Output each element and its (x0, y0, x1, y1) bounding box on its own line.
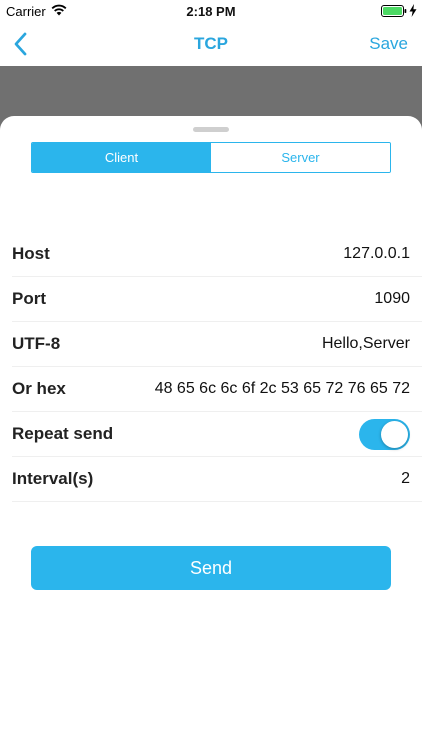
save-button[interactable]: Save (369, 34, 408, 54)
page-title: TCP (194, 34, 228, 53)
segment-server[interactable]: Server (211, 143, 390, 172)
host-label: Host (12, 244, 50, 263)
hex-label: Or hex (12, 379, 66, 398)
status-bar: Carrier 2:18 PM (0, 0, 422, 22)
hex-value[interactable]: 48 65 6c 6c 6f 2c 53 65 72 76 65 72 (155, 380, 410, 398)
charging-icon (409, 4, 417, 17)
port-label: Port (12, 289, 46, 308)
port-value[interactable]: 1090 (374, 290, 410, 308)
segment-client[interactable]: Client (32, 143, 211, 172)
hex-row[interactable]: Or hex 48 65 6c 6c 6f 2c 53 65 72 76 65 … (12, 367, 422, 412)
repeat-send-label: Repeat send (12, 424, 114, 443)
host-value[interactable]: 127.0.0.1 (343, 245, 410, 263)
interval-row[interactable]: Interval(s) 2 (12, 457, 422, 502)
utf8-value[interactable]: Hello,Server (322, 335, 410, 353)
utf8-row[interactable]: UTF-8 Hello,Server (12, 322, 422, 367)
send-button[interactable]: Send (31, 546, 391, 590)
port-row[interactable]: Port 1090 (12, 277, 422, 322)
sheet-grabber-handle[interactable] (193, 127, 229, 132)
repeat-send-toggle[interactable] (359, 418, 410, 450)
status-time: 2:18 PM (186, 4, 236, 19)
interval-value[interactable]: 2 (401, 470, 410, 488)
mode-segmented-control: Client Server (31, 142, 391, 173)
repeat-send-row: Repeat send (12, 412, 422, 457)
bottom-sheet: Client Server Host 127.0.0.1 Port 1090 U… (0, 116, 422, 750)
battery-icon (381, 5, 407, 17)
settings-list: Host 127.0.0.1 Port 1090 UTF-8 Hello,Ser… (0, 232, 422, 502)
navigation-bar: TCP Save (0, 22, 422, 66)
toggle-knob (381, 420, 408, 448)
interval-label: Interval(s) (12, 469, 94, 488)
host-row[interactable]: Host 127.0.0.1 (12, 232, 422, 277)
utf8-label: UTF-8 (12, 334, 61, 353)
